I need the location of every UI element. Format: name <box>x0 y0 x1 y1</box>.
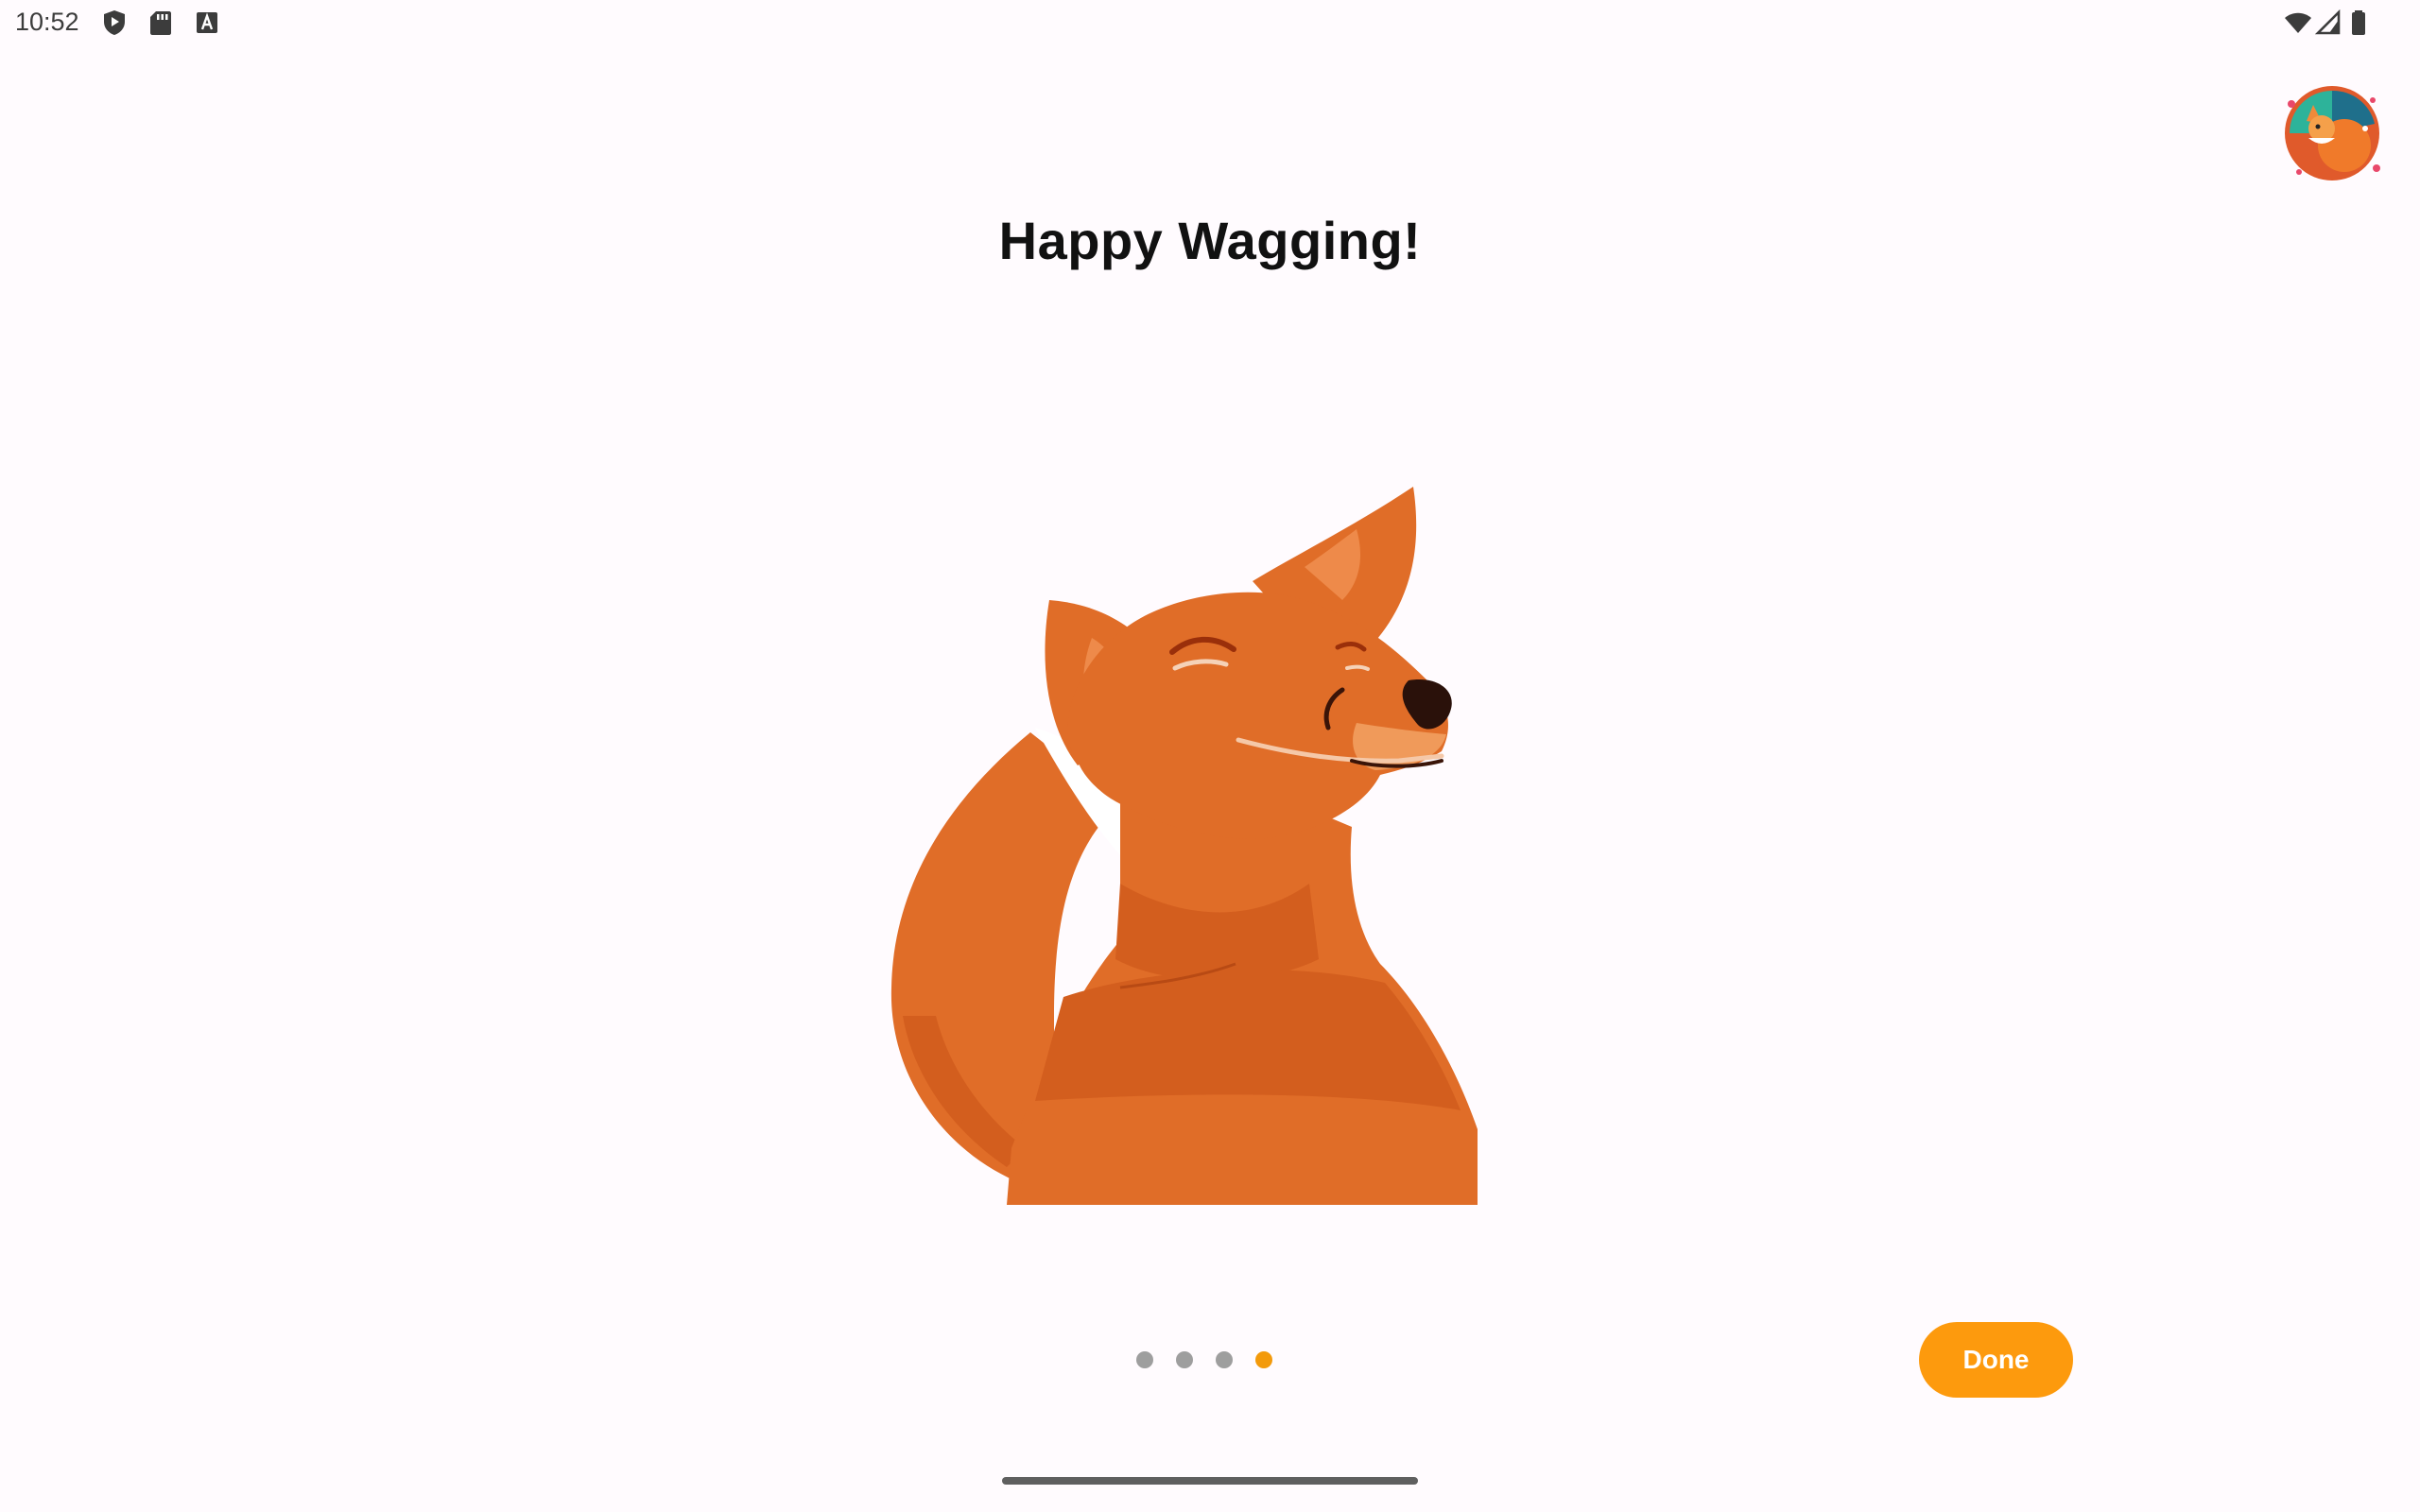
home-gesture-bar[interactable] <box>1002 1477 1418 1485</box>
page-dot-1[interactable] <box>1136 1351 1153 1368</box>
sd-card-icon <box>150 11 171 35</box>
status-time: 10:52 <box>15 8 79 36</box>
page-dot-3[interactable] <box>1216 1351 1233 1368</box>
page-indicator <box>1136 1351 1272 1368</box>
page-dot-4-active[interactable] <box>1255 1351 1272 1368</box>
status-bar: 10:52 <box>0 0 2420 47</box>
battery-icon <box>2352 10 2365 35</box>
onboarding-screen: 10:52 Happy Wagging! Done <box>0 0 2420 1512</box>
accessibility-a-icon <box>197 12 217 33</box>
app-fox-avatar-icon[interactable] <box>2280 81 2384 185</box>
play-shield-icon <box>104 10 125 35</box>
cell-signal-icon <box>2314 9 2341 35</box>
page-dot-2[interactable] <box>1176 1351 1193 1368</box>
page-title: Happy Wagging! <box>998 211 1422 270</box>
smiling-fox-illustration <box>890 487 1478 1205</box>
done-button[interactable]: Done <box>1919 1322 2073 1398</box>
wifi-icon <box>2285 12 2311 33</box>
